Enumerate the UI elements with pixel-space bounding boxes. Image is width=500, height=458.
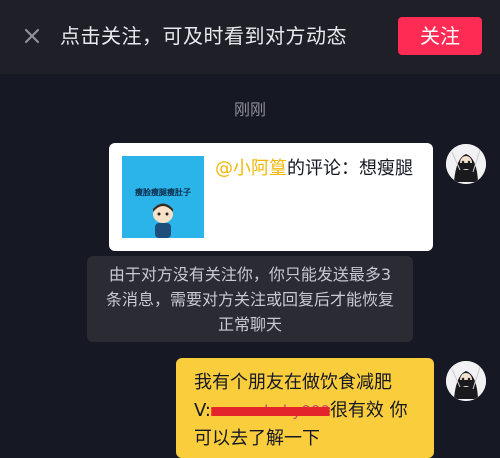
comment-body: 的评论：想瘦腿 — [287, 158, 413, 179]
notice-text: 由于对方没有关注你，你只能发送最多3条消息，需要对方关注或回复后才能恢复正常聊天 — [105, 265, 394, 334]
follow-prompt-banner: 点击关注，可及时看到对方动态 关注 — [0, 0, 500, 74]
message-contact-prefix: V: — [194, 400, 211, 421]
messaging-limit-notice: 由于对方没有关注你，你只能发送最多3条消息，需要对方关注或回复后才能恢复正常聊天 — [87, 256, 413, 342]
message-line: V:xxxxxxbaby000很有效 你 — [194, 398, 408, 424]
follow-prompt-text: 点击关注，可及时看到对方动态 — [60, 24, 347, 48]
comment-text: @小阿篁的评论：想瘦腿 — [215, 156, 413, 182]
video-thumbnail[interactable]: 瘦脸瘦腿瘦肚子 — [122, 156, 204, 238]
close-icon — [24, 28, 40, 44]
close-button[interactable] — [18, 22, 46, 50]
shared-comment-card[interactable]: 瘦脸瘦腿瘦肚子 @小阿篁的评论：想瘦腿 — [109, 143, 433, 251]
message-line: 我有个朋友在做饮食减肥 — [194, 372, 392, 393]
mention-link[interactable]: @小阿篁 — [215, 158, 287, 179]
avatar[interactable] — [446, 361, 486, 401]
message-text-suffix: 很有效 你 — [329, 400, 408, 421]
thumbnail-caption: 瘦脸瘦腿瘦肚子 — [135, 188, 191, 197]
outgoing-message-bubble[interactable]: 我有个朋友在做饮食减肥 V:xxxxxxbaby000很有效 你 可以去了解一下 — [176, 358, 434, 458]
message-line: 可以去了解一下 — [194, 428, 320, 449]
avatar[interactable] — [446, 144, 486, 184]
message-timestamp: 刚刚 — [233, 100, 266, 119]
cartoon-figure-icon — [153, 203, 173, 238]
follow-button[interactable]: 关注 — [398, 17, 482, 55]
avatar-icon — [446, 144, 486, 184]
avatar-icon — [446, 361, 486, 401]
redacted-contact-id: xxxxxxbaby000 — [210, 402, 330, 420]
